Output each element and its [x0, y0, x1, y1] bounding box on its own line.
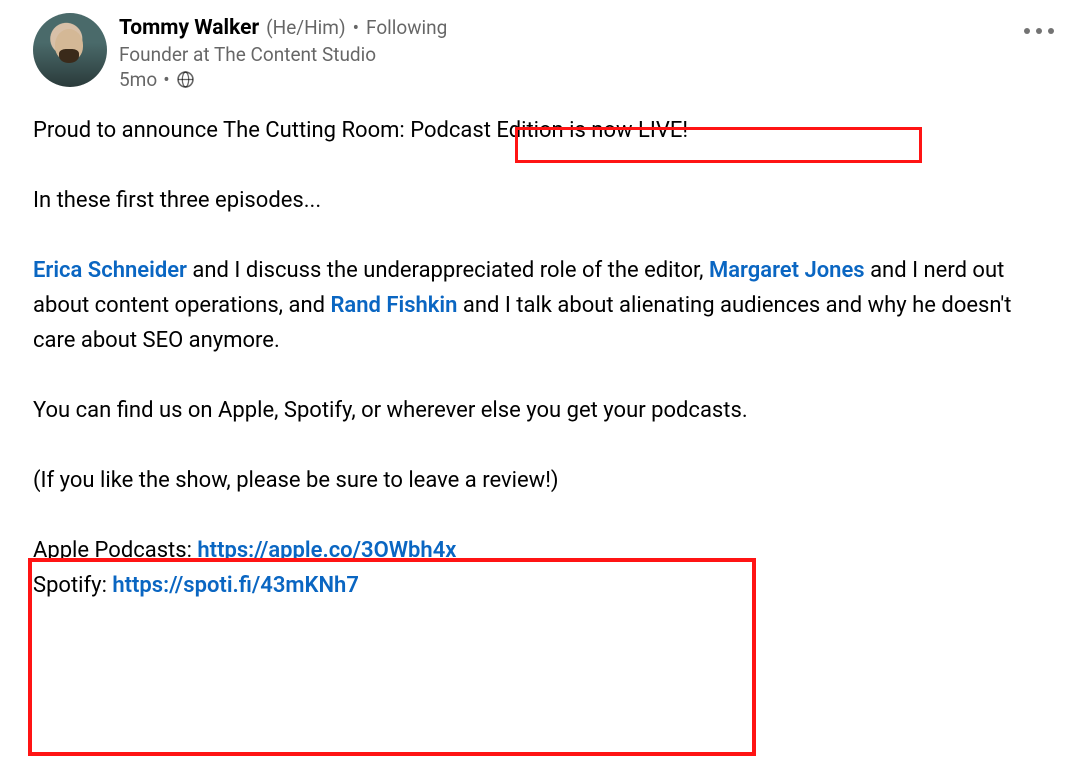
post-paragraph: (If you like the show, please be sure to… — [33, 463, 1053, 603]
separator-dot: • — [353, 15, 359, 41]
more-options-button[interactable] — [1019, 19, 1059, 43]
ellipsis-icon — [1024, 28, 1054, 34]
post-text: (If you like the show, please be sure to… — [33, 468, 559, 493]
post-text: Proud to announce The Cutting Room: — [33, 118, 410, 143]
time-visibility-row: 5mo • — [119, 68, 1053, 91]
apple-label: Apple Podcasts: — [33, 538, 197, 563]
post-header: Tommy Walker (He/Him) • Following Founde… — [33, 13, 1053, 91]
author-name-line: Tommy Walker (He/Him) • Following — [119, 15, 1053, 41]
author-headline: Founder at The Content Studio — [119, 43, 1053, 66]
post-paragraph: In these first three episodes... — [33, 183, 1053, 218]
follow-status[interactable]: Following — [366, 15, 447, 41]
mention-link[interactable]: Margaret Jones — [709, 258, 865, 283]
post-text: You can find us on Apple, Spotify, or wh… — [33, 398, 748, 423]
post-paragraph: You can find us on Apple, Spotify, or wh… — [33, 393, 1053, 428]
post-text: and I discuss the underappreciated role … — [187, 258, 709, 283]
author-pronouns: (He/Him) — [266, 15, 345, 41]
mention-link[interactable]: Rand Fishkin — [330, 293, 457, 318]
post-content: Proud to announce The Cutting Room: Podc… — [33, 113, 1053, 603]
author-avatar[interactable] — [33, 13, 107, 87]
mention-link[interactable]: Erica Schneider — [33, 258, 187, 283]
post-text: In these first three episodes... — [33, 188, 321, 213]
author-info: Tommy Walker (He/Him) • Following Founde… — [119, 13, 1053, 91]
author-name[interactable]: Tommy Walker — [119, 15, 259, 41]
post-paragraph: Proud to announce The Cutting Room: Podc… — [33, 113, 1053, 148]
globe-icon — [176, 70, 195, 89]
spotify-label: Spotify: — [33, 573, 112, 598]
separator-dot: • — [163, 68, 169, 91]
spotify-link[interactable]: https://spoti.fi/43mKNh7 — [112, 573, 359, 598]
post-text-highlighted: Podcast Edition is now LIVE! — [410, 118, 688, 143]
apple-podcasts-link[interactable]: https://apple.co/3OWbh4x — [197, 538, 456, 563]
post-time: 5mo — [119, 68, 157, 91]
post-paragraph: Erica Schneider and I discuss the undera… — [33, 253, 1053, 358]
